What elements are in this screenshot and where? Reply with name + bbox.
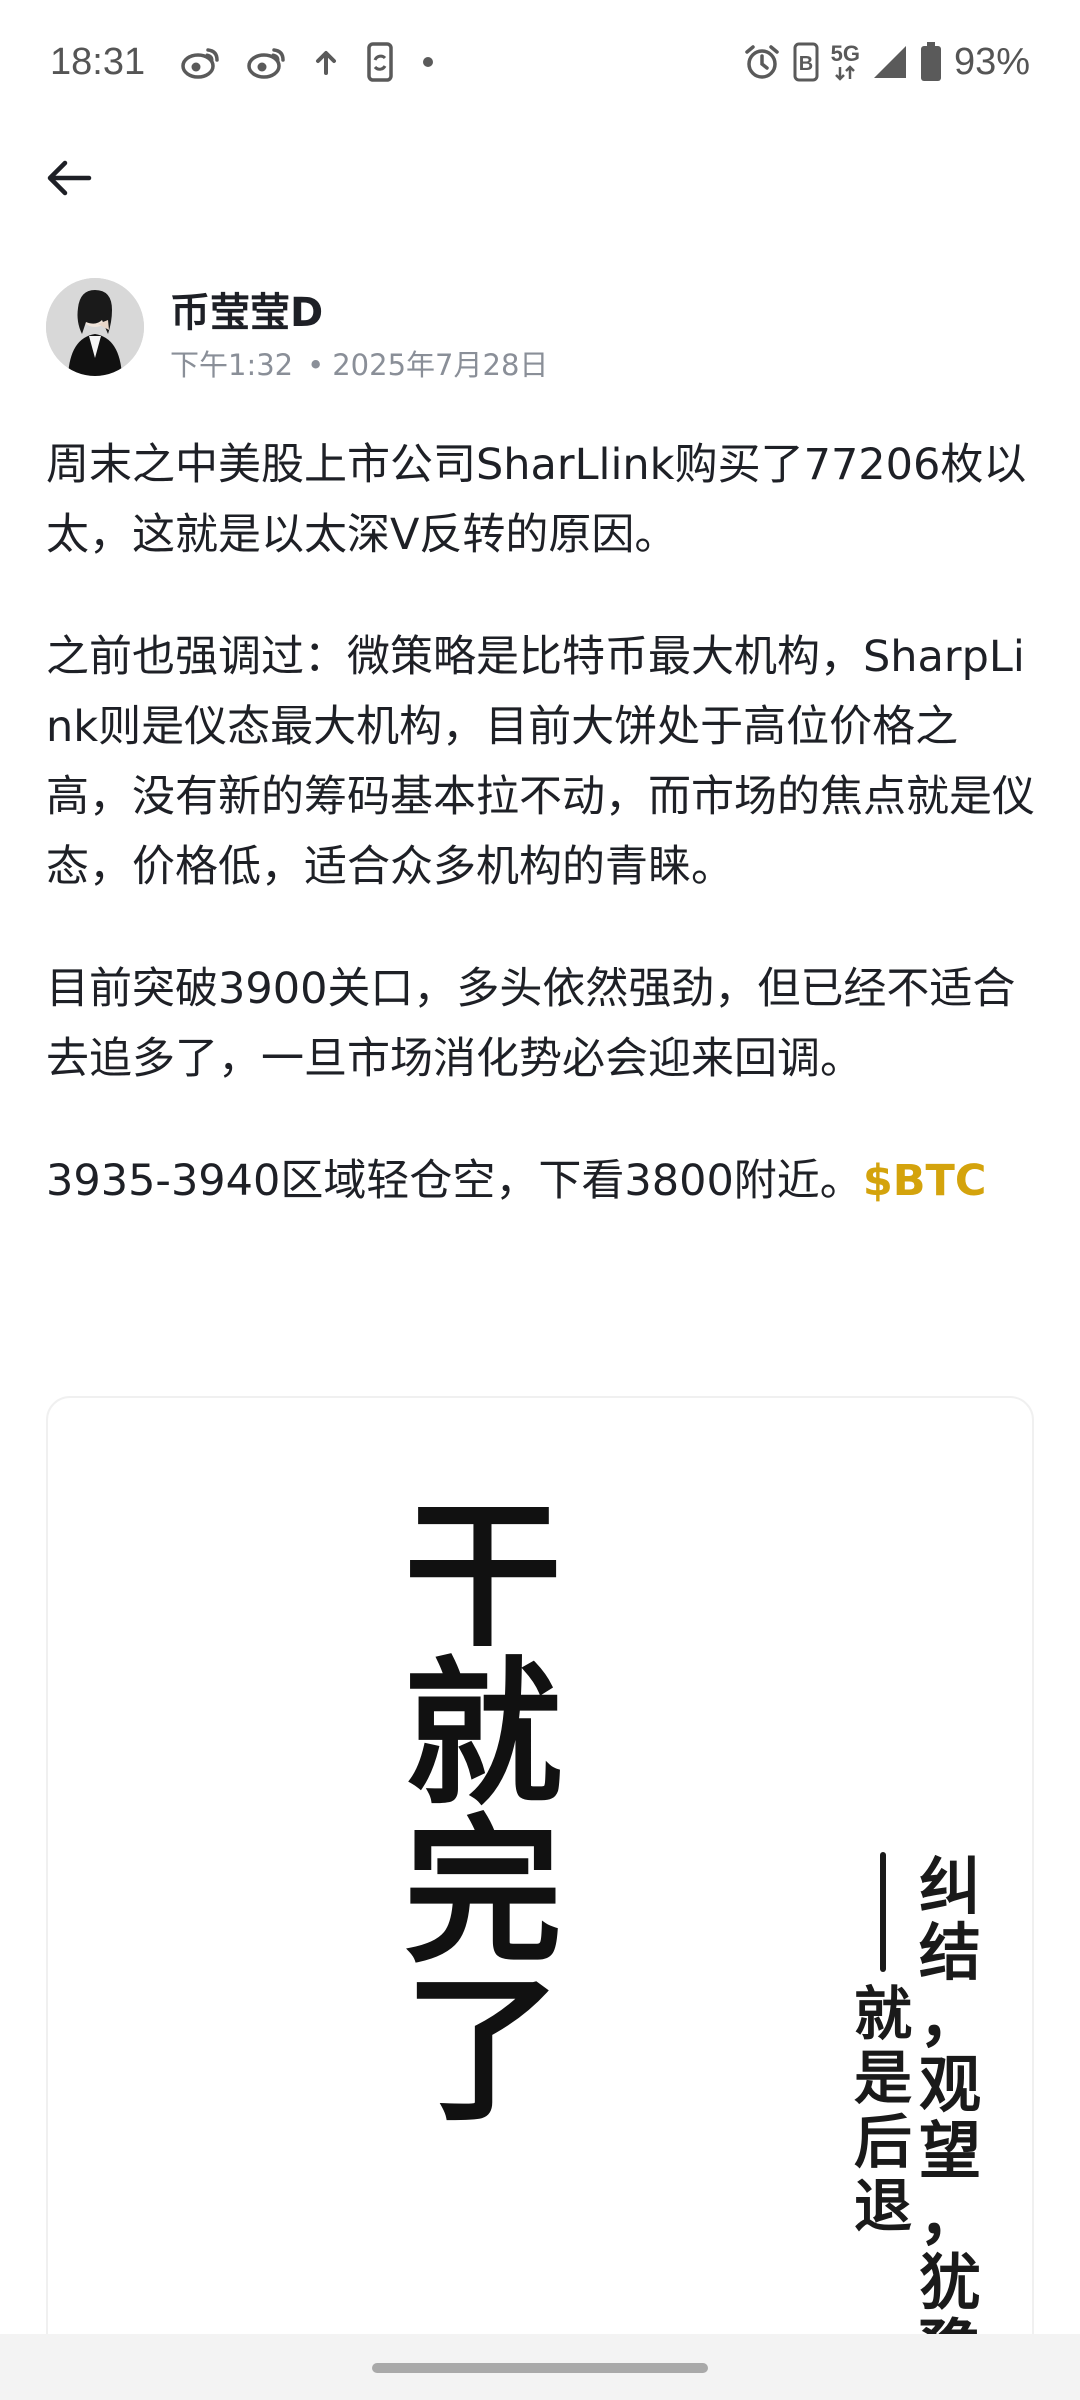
- attribution-char: 就: [853, 1980, 912, 2048]
- side-char: 纠: [918, 1850, 981, 1923]
- image-main-calligraphy: 干 就 完 了: [398, 1498, 568, 2130]
- side-char: 犹: [918, 2246, 981, 2319]
- post-paragraph-text: 3935-3940区域轻仓空，下看3800附近。: [46, 1156, 863, 1206]
- calligraphy-char: 干: [404, 1484, 562, 1669]
- network-label: 5G: [830, 41, 860, 66]
- meta-separator: •: [307, 348, 325, 382]
- side-char: 望: [918, 2114, 981, 2187]
- author-name[interactable]: 币莹莹D: [170, 280, 323, 338]
- attribution-char: 是: [853, 2044, 912, 2112]
- post-image[interactable]: 干 就 完 了 就 是 后 退 纠 结 ， 观 望 ， 犹 豫: [46, 1396, 1034, 2400]
- post-paragraph: 目前突破3900关口，多头依然强劲，但已经不适合去追多了，一旦市场消化势必会迎来…: [46, 964, 1016, 1084]
- b-badge-icon: B: [793, 42, 819, 82]
- back-button[interactable]: [38, 150, 100, 206]
- weibo-icon: [247, 45, 287, 79]
- navigation-gesture-area: [0, 2334, 1080, 2400]
- side-char: ，: [918, 2180, 981, 2253]
- back-arrow-icon: [47, 160, 92, 196]
- post-paragraph: 之前也强调过：微策略是比特币最大机构，SharpLink则是仪态最大机构，目前大…: [46, 632, 1035, 892]
- side-char: 观: [918, 2048, 981, 2121]
- side-char: 结: [918, 1916, 981, 1989]
- top-nav: [0, 124, 1080, 228]
- calligraphy-char: 就: [404, 1642, 562, 1827]
- post-time: 下午1:32: [170, 348, 294, 382]
- coin-tag-link[interactable]: $BTC: [863, 1156, 987, 1206]
- post-body: 周末之中美股上市公司SharLlink购买了77206枚以太，这就是以太深V反转…: [46, 430, 1040, 1268]
- post-paragraph: 周末之中美股上市公司SharLlink购买了77206枚以太，这就是以太深V反转…: [46, 440, 1027, 560]
- post-meta: 下午1:32 • 2025年7月28日: [170, 342, 548, 384]
- attribution-dash: [880, 1852, 886, 1972]
- notification-icons: [181, 42, 435, 82]
- calligraphy-char: 完: [404, 1800, 562, 1985]
- side-char: ，: [918, 1982, 981, 2055]
- dot-icon: [421, 55, 435, 69]
- phone-sync-icon: [365, 42, 395, 82]
- calligraphy-char: 了: [404, 1958, 562, 2143]
- attribution-char: 退: [853, 2172, 912, 2240]
- 5g-icon: 5G: [831, 43, 860, 81]
- upload-arrow-icon: [313, 47, 339, 77]
- status-bar: 18:31 B 5G 93%: [0, 0, 1080, 124]
- signal-icon: [872, 44, 908, 80]
- battery-percent: 93%: [953, 40, 1030, 83]
- attribution-char: 后: [853, 2108, 912, 2176]
- post-paragraph-with-tag: 3935-3940区域轻仓空，下看3800附近。$BTC: [46, 1146, 1040, 1216]
- battery-icon: [920, 42, 942, 82]
- image-attribution: 就 是 后 退: [848, 1852, 918, 2238]
- home-gesture-handle[interactable]: [372, 2363, 708, 2373]
- status-time: 18:31: [50, 40, 146, 83]
- image-side-calligraphy: 纠 结 ， 观 望 ， 犹 豫: [910, 1854, 990, 2382]
- weibo-icon: [181, 45, 221, 79]
- alarm-icon: [743, 43, 781, 81]
- avatar[interactable]: [46, 278, 144, 376]
- svg-text:B: B: [798, 53, 812, 75]
- system-icons: B 5G 93%: [743, 41, 1030, 84]
- author-header: 币莹莹D 下午1:32 • 2025年7月28日: [46, 278, 1036, 382]
- post-date: 2025年7月28日: [332, 348, 549, 382]
- attribution-text: 就 是 后 退: [854, 1982, 912, 2238]
